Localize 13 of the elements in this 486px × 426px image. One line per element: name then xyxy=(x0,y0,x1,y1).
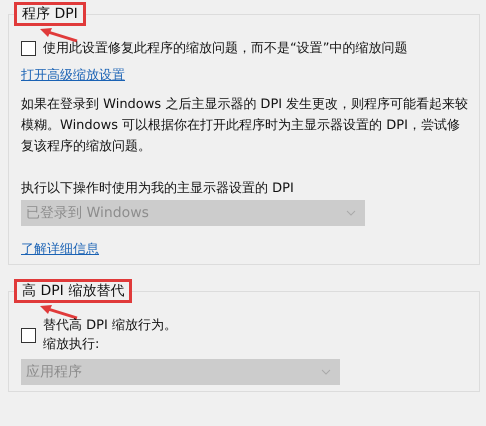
dropdown-label: 执行以下操作时使用为我的主显示器设置的 DPI xyxy=(21,180,295,197)
link[interactable]: 打开高级缩放设置 xyxy=(21,66,125,84)
chevron-down-icon xyxy=(321,369,331,375)
group-title: 程序 DPI xyxy=(14,2,86,26)
checkbox-label: 替代高 DPI 缩放行为。 xyxy=(43,317,177,335)
link[interactable]: 了解详细信息 xyxy=(21,240,99,258)
group-title: 高 DPI 缩放替代 xyxy=(14,279,132,303)
checkbox[interactable] xyxy=(21,328,36,342)
scaling-label: 缩放执行: xyxy=(43,336,100,354)
description-text: 如果在登录到 Windows 之后主显示器的 DPI 发生更改，则程序可能看起来较模糊。Windows 可以根据你在打开此程序时为主显示器设置的 DPI，尝试修复该程序的缩放问题。 xyxy=(21,96,469,156)
checkbox[interactable] xyxy=(21,41,36,56)
chevron-down-icon xyxy=(346,210,356,216)
checkbox-label: 使用此设置修复此程序的缩放问题，而不是“设置”中的缩放问题 xyxy=(43,40,408,58)
